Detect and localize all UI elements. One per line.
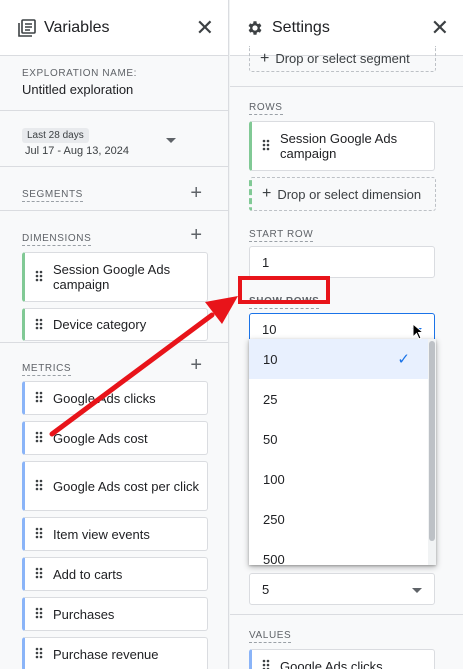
add-icon: + xyxy=(260,49,270,67)
start-row-label: START ROW xyxy=(249,229,314,242)
dimension-list: Session Google Ads campaign Device categ… xyxy=(22,252,228,341)
rows-block: ROWS Session Google Ads campaign + Drop … xyxy=(230,87,463,345)
drag-handle-icon[interactable] xyxy=(35,479,45,493)
metric-label: Purchases xyxy=(53,606,115,622)
scrollbar-thumb[interactable] xyxy=(429,341,435,541)
metric-chip[interactable]: Purchases xyxy=(22,597,208,631)
dropdown-option[interactable]: 250 xyxy=(249,499,436,539)
date-badge: Last 28 days xyxy=(22,128,89,143)
rows-chip-label: Session Google Ads campaign xyxy=(280,131,398,161)
variables-panel: Variables ✕ EXPLORATION NAME: Untitled e… xyxy=(0,0,229,669)
settings-panel: Settings ✕ + Drop or select segment ROWS… xyxy=(230,0,463,669)
segments-section: SEGMENTS + xyxy=(0,167,228,211)
metric-chip[interactable]: Add to carts xyxy=(22,557,208,591)
add-metric-icon[interactable]: + xyxy=(190,355,202,375)
start-row-input[interactable]: 1 xyxy=(249,246,435,278)
metric-label: Item view events xyxy=(53,526,150,542)
values-block: VALUES Google Ads clicks xyxy=(230,614,463,669)
nested-rows-select[interactable]: 5 xyxy=(249,573,435,605)
metric-label: Google Ads cost xyxy=(53,430,148,446)
drag-handle-icon[interactable] xyxy=(35,607,45,621)
gear-icon xyxy=(244,17,266,39)
values-chip-label: Google Ads clicks xyxy=(280,658,383,669)
chevron-down-icon[interactable] xyxy=(166,138,176,143)
dimension-chip[interactable]: Device category xyxy=(22,308,208,341)
metric-chip[interactable]: Google Ads clicks xyxy=(22,381,208,415)
dimensions-label: DIMENSIONS xyxy=(22,233,92,246)
metrics-label: METRICS xyxy=(22,363,72,376)
highlight-box xyxy=(238,276,330,304)
exploration-name-section: EXPLORATION NAME: Untitled exploration xyxy=(0,56,228,111)
exploration-name-label: EXPLORATION NAME: xyxy=(22,68,138,79)
metrics-section: METRICS + Google Ads clicks Google Ads c… xyxy=(0,343,228,669)
cursor-icon xyxy=(412,323,424,340)
drag-handle-icon[interactable] xyxy=(35,527,45,541)
settings-title: Settings xyxy=(272,18,330,36)
date-range-section[interactable]: Last 28 days Jul 17 - Aug 13, 2024 xyxy=(0,111,228,167)
dimension-label: Device category xyxy=(53,317,147,332)
metric-chip[interactable]: Item view events xyxy=(22,517,208,551)
segment-placeholder: Drop or select segment xyxy=(275,51,410,66)
drag-handle-icon[interactable] xyxy=(35,647,45,661)
dimension-placeholder: Drop or select dimension xyxy=(277,186,422,202)
check-icon: ✓ xyxy=(397,351,410,368)
date-range: Jul 17 - Aug 13, 2024 xyxy=(25,145,129,157)
add-segment-icon[interactable]: + xyxy=(190,183,202,203)
dimension-drop-target[interactable]: + Drop or select dimension xyxy=(249,177,436,211)
values-label: VALUES xyxy=(249,630,292,643)
chevron-down-icon xyxy=(412,588,422,593)
drag-handle-icon[interactable] xyxy=(35,391,45,405)
dimensions-section: DIMENSIONS + Session Google Ads campaign… xyxy=(0,211,228,343)
add-dimension-icon[interactable]: + xyxy=(190,225,202,245)
rows-label: ROWS xyxy=(249,102,283,115)
show-rows-dropdown: 10 ✓ 25 50 100 250 500 xyxy=(249,339,436,565)
dropdown-option[interactable]: 500 xyxy=(249,539,436,566)
dropdown-option[interactable]: 25 xyxy=(249,379,436,419)
metric-chip[interactable]: Google Ads cost per click xyxy=(22,461,208,511)
variables-header: Variables ✕ xyxy=(0,0,228,56)
dimension-label: Session Google Ads campaign xyxy=(53,262,171,292)
metric-list: Google Ads clicks Google Ads cost Google… xyxy=(22,381,228,669)
segment-drop-section: + Drop or select segment xyxy=(230,46,463,87)
variables-icon xyxy=(16,17,38,39)
dropdown-scrollbar[interactable] xyxy=(428,339,436,565)
dimension-chip[interactable]: Session Google Ads campaign xyxy=(22,252,208,302)
values-chip[interactable]: Google Ads clicks xyxy=(249,649,435,669)
metric-label: Google Ads clicks xyxy=(53,390,156,406)
variables-title: Variables xyxy=(44,18,110,36)
drag-handle-icon[interactable] xyxy=(35,270,45,284)
close-icon[interactable]: ✕ xyxy=(196,16,214,39)
metric-label: Google Ads cost per click xyxy=(53,478,199,494)
segment-drop-target[interactable]: + Drop or select segment xyxy=(249,46,436,72)
metric-chip[interactable]: Google Ads cost xyxy=(22,421,208,455)
rows-chip[interactable]: Session Google Ads campaign xyxy=(249,121,435,171)
nested-rows-value: 5 xyxy=(262,581,270,597)
metric-chip[interactable]: Purchase revenue xyxy=(22,637,208,669)
metric-label: Add to carts xyxy=(53,566,123,582)
exploration-name-input[interactable]: Untitled exploration xyxy=(22,82,228,97)
segments-label: SEGMENTS xyxy=(22,189,83,202)
drag-handle-icon[interactable] xyxy=(35,431,45,445)
start-row-value: 1 xyxy=(262,254,270,270)
metric-label: Purchase revenue xyxy=(53,646,159,662)
drag-handle-icon[interactable] xyxy=(262,139,272,153)
close-icon[interactable]: ✕ xyxy=(431,16,449,39)
drag-handle-icon[interactable] xyxy=(35,567,45,581)
show-rows-value: 10 xyxy=(262,321,277,337)
dropdown-option[interactable]: 50 xyxy=(249,419,436,459)
drag-handle-icon[interactable] xyxy=(35,318,45,332)
dropdown-option[interactable]: 10 ✓ xyxy=(249,339,436,379)
add-icon: + xyxy=(262,185,272,202)
drag-handle-icon[interactable] xyxy=(262,659,272,669)
dropdown-option[interactable]: 100 xyxy=(249,459,436,499)
